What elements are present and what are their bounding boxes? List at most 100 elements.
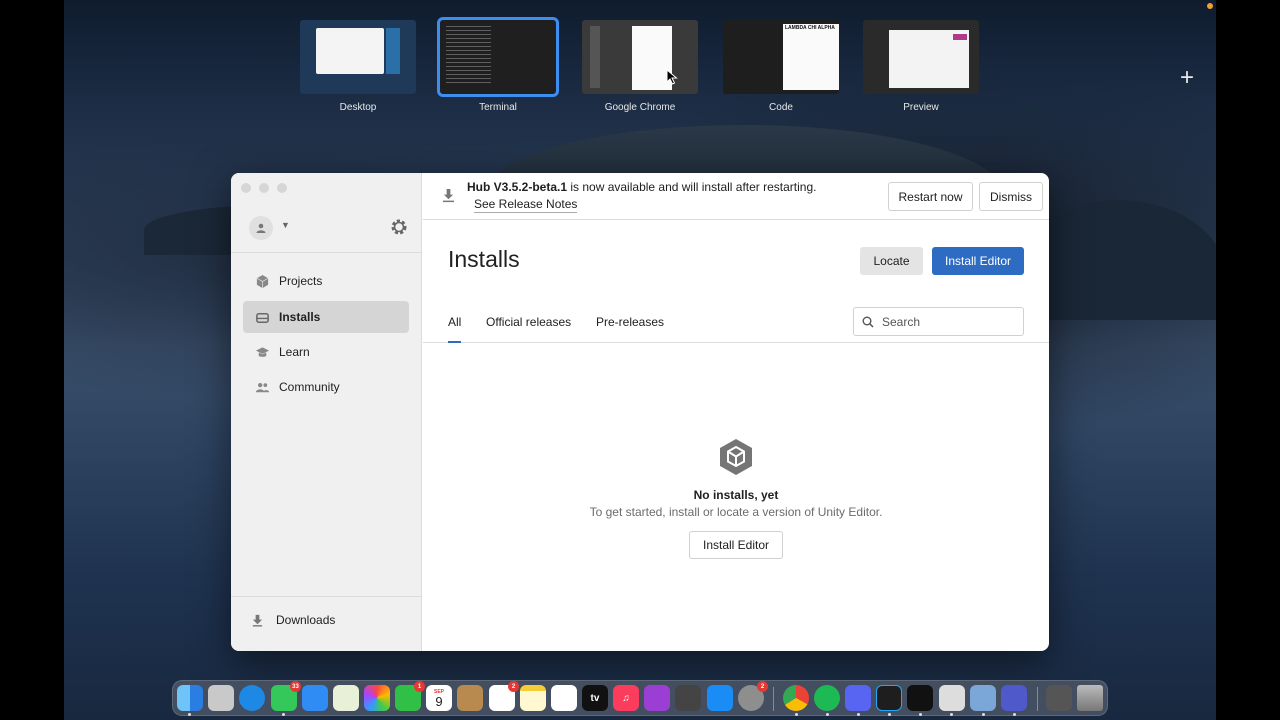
add-space-button[interactable]: + xyxy=(1180,66,1194,90)
unity-hub-icon[interactable] xyxy=(939,685,965,711)
code-thumbnail-text: LAMBDA CHI ALPHA xyxy=(785,25,835,31)
sidebar-item-label: Learn xyxy=(279,345,310,359)
space-label: Google Chrome xyxy=(604,102,676,113)
space-label: Preview xyxy=(903,102,939,113)
space-thumbnail[interactable]: LAMBDA CHI ALPHA xyxy=(723,20,839,94)
running-indicator xyxy=(795,713,798,716)
running-indicator xyxy=(982,713,985,716)
freeform-icon[interactable] xyxy=(551,685,577,711)
search-input[interactable] xyxy=(882,314,1012,329)
running-indicator xyxy=(282,713,285,716)
space-google-chrome[interactable]: Google Chrome xyxy=(582,20,698,113)
facetime-badge: 1 xyxy=(414,681,425,692)
sidebar-item-community[interactable]: Community xyxy=(243,371,409,403)
window-controls xyxy=(241,183,287,193)
space-label: Terminal xyxy=(479,102,517,113)
cube-icon xyxy=(256,274,269,288)
running-indicator xyxy=(888,713,891,716)
people-icon xyxy=(255,382,270,392)
photos-icon[interactable] xyxy=(364,685,390,711)
music-icon[interactable]: ♫ xyxy=(613,685,639,711)
account-dropdown-chevron-icon[interactable]: ▼ xyxy=(281,220,290,230)
downloads-stack-icon[interactable] xyxy=(1046,685,1072,711)
system-settings-icon[interactable]: 2 xyxy=(738,681,768,711)
vscode-icon[interactable] xyxy=(876,685,902,711)
teams-icon[interactable] xyxy=(1001,685,1027,711)
space-code[interactable]: LAMBDA CHI ALPHA Code xyxy=(723,20,839,113)
running-indicator xyxy=(188,713,191,716)
spaces-bar: Desktop Terminal Google Chrome LAMBDA CH… xyxy=(0,17,1280,115)
drive-icon xyxy=(256,312,269,323)
running-indicator xyxy=(1013,713,1016,716)
sidebar-item-installs[interactable]: Installs xyxy=(243,301,409,333)
empty-state: No installs, yet To get started, install… xyxy=(423,438,1049,559)
reminders-badge: 2 xyxy=(508,681,519,692)
downloads-button[interactable]: Downloads xyxy=(251,613,335,627)
sidebar-divider xyxy=(231,596,422,597)
locate-button[interactable]: Locate xyxy=(860,247,923,275)
sidebar: ▼ Projects Installs Learn Community Down… xyxy=(231,173,422,651)
restart-now-button[interactable]: Restart now xyxy=(888,182,973,211)
dock: 33 1 SEP 9 2 tv ♫ 2 xyxy=(172,680,1108,716)
maps-icon[interactable] xyxy=(333,685,359,711)
tab-all[interactable]: All xyxy=(448,315,462,343)
sidebar-item-learn[interactable]: Learn xyxy=(243,336,409,368)
update-version: Hub V3.5.2-beta.1 xyxy=(467,180,568,194)
facetime-icon[interactable]: 1 xyxy=(395,681,425,711)
dock-separator xyxy=(773,687,774,711)
spotify-icon[interactable] xyxy=(814,685,840,711)
mail-icon[interactable] xyxy=(302,685,328,711)
chrome-icon[interactable] xyxy=(783,685,809,711)
launchpad-icon[interactable] xyxy=(208,685,234,711)
photo-booth-icon[interactable] xyxy=(675,685,701,711)
empty-state-heading: No installs, yet xyxy=(693,488,779,502)
sidebar-item-label: Installs xyxy=(279,310,321,324)
contacts-icon[interactable] xyxy=(457,685,483,711)
notes-icon[interactable] xyxy=(520,685,546,711)
reminders-icon[interactable]: 2 xyxy=(489,681,519,711)
space-preview[interactable]: Preview xyxy=(863,20,979,113)
podcasts-icon[interactable] xyxy=(644,685,670,711)
space-thumbnail[interactable] xyxy=(437,17,559,97)
dock-separator xyxy=(1037,687,1038,711)
empty-state-install-editor-button[interactable]: Install Editor xyxy=(689,531,783,559)
tab-pre-releases[interactable]: Pre-releases xyxy=(596,315,664,343)
main-panel: Hub V3.5.2-beta.1 is now available and w… xyxy=(423,173,1049,651)
messages-badge: 33 xyxy=(290,681,301,692)
preview-icon[interactable] xyxy=(970,685,996,711)
messages-icon[interactable]: 33 xyxy=(271,681,301,711)
minimize-window-button[interactable] xyxy=(259,183,269,193)
zoom-window-button[interactable] xyxy=(277,183,287,193)
update-message: Hub V3.5.2-beta.1 is now available and w… xyxy=(467,180,816,194)
apple-tv-icon[interactable]: tv xyxy=(582,685,608,711)
space-desktop[interactable]: Desktop xyxy=(300,20,416,113)
trash-icon[interactable] xyxy=(1077,685,1103,711)
space-thumbnail[interactable] xyxy=(863,20,979,94)
finder-icon[interactable] xyxy=(177,685,203,711)
space-label: Code xyxy=(769,102,793,113)
search-icon xyxy=(862,316,874,328)
recording-indicator xyxy=(1207,3,1213,9)
tab-official-releases[interactable]: Official releases xyxy=(486,315,571,343)
safari-icon[interactable] xyxy=(239,685,265,711)
settings-badge: 2 xyxy=(757,681,768,692)
close-window-button[interactable] xyxy=(241,183,251,193)
release-notes-link[interactable]: See Release Notes xyxy=(474,197,578,213)
discord-icon[interactable] xyxy=(845,685,871,711)
app-store-icon[interactable] xyxy=(707,685,733,711)
wallpaper-cliff xyxy=(1044,200,1216,320)
terminal-icon[interactable] xyxy=(907,685,933,711)
account-avatar[interactable] xyxy=(249,216,273,240)
space-thumbnail[interactable] xyxy=(300,20,416,94)
space-terminal[interactable]: Terminal xyxy=(437,17,559,113)
search-box[interactable] xyxy=(853,307,1024,336)
gear-icon[interactable] xyxy=(389,217,409,237)
install-editor-button[interactable]: Install Editor xyxy=(932,247,1024,275)
sidebar-item-projects[interactable]: Projects xyxy=(243,265,409,297)
space-thumbnail[interactable] xyxy=(582,20,698,94)
tv-label: tv xyxy=(590,692,600,704)
calendar-icon[interactable]: SEP 9 xyxy=(426,685,452,711)
downloads-label: Downloads xyxy=(276,613,336,627)
running-indicator xyxy=(826,713,829,716)
dismiss-button[interactable]: Dismiss xyxy=(979,182,1043,211)
